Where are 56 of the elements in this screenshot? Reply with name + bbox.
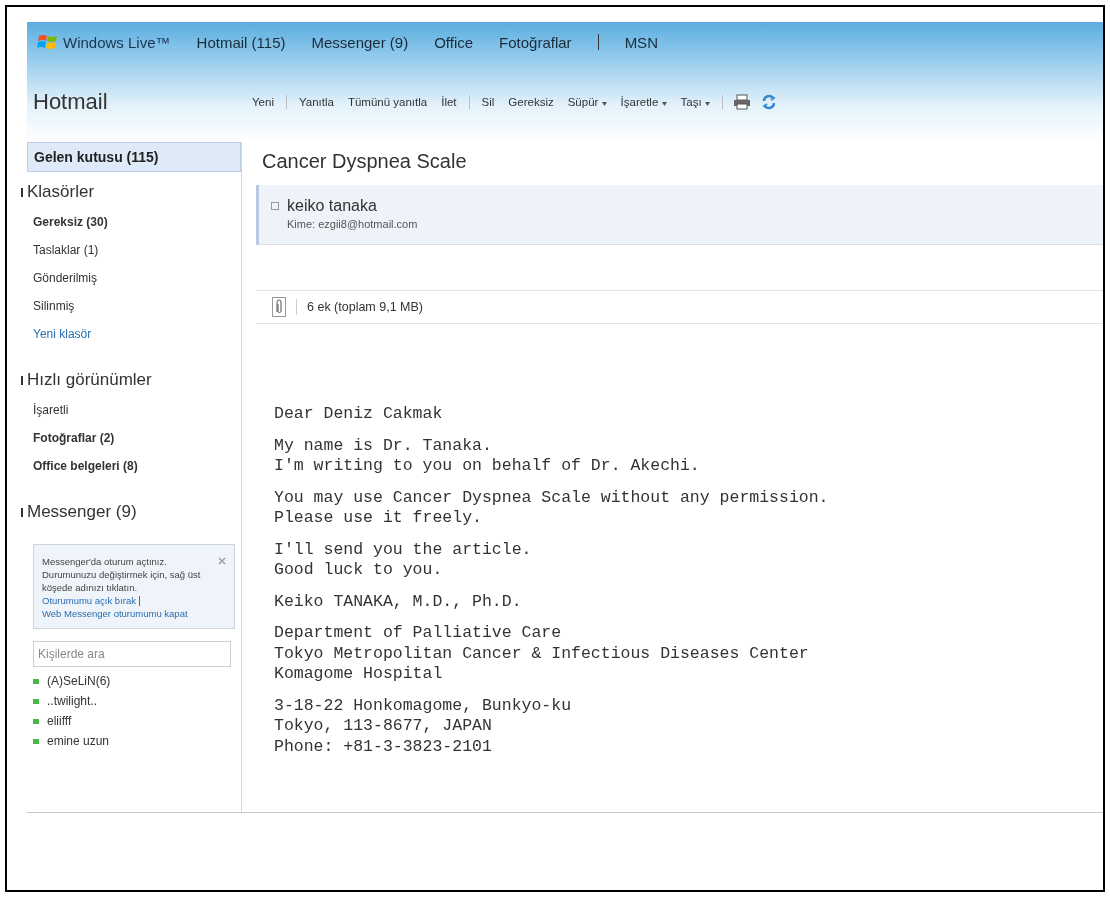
brand-name: Windows Live™ [63, 33, 171, 51]
body-paragraph: 3-18-22 Honkomagome, Bunkyo-ku Tokyo, 113-8677, JAPAN Phone: +81-3-3823-2101 [274, 695, 573, 757]
section-heading[interactable]: Messenger (9) [27, 502, 137, 522]
inbox-folder[interactable]: Gelen kutusu (115) [27, 142, 241, 172]
contact-name[interactable]: eliifff [47, 714, 72, 728]
contact-name[interactable]: ..twilight.. [47, 694, 97, 708]
body-paragraph: I'll send you the article. Good luck to you. [274, 539, 533, 581]
windows-flag-logo [37, 33, 59, 51]
notice-link[interactable]: Web Messenger oturumumu kapat [42, 607, 188, 620]
folder-item[interactable]: Taslaklar (1) [27, 236, 241, 264]
new-folder-link[interactable]: Yeni klasör [27, 320, 241, 348]
folder-item[interactable]: Office belgeleri (8) [27, 452, 241, 480]
nav-link[interactable]: Fotoğraflar [499, 33, 572, 51]
nav-link[interactable]: Office [434, 33, 474, 51]
toolbar-button[interactable]: İlet [439, 96, 459, 108]
message-subject: Cancer Dyspnea Scale [261, 149, 468, 174]
caret-icon [704, 102, 710, 106]
toolbar-button[interactable]: Süpür [565, 96, 609, 108]
folder-item[interactable]: İşaretli [27, 396, 241, 424]
section-title: Hotmail [32, 89, 109, 115]
attachment-summary[interactable]: 6 ek (toplam 9,1 MB) [307, 300, 423, 314]
body-paragraph: My name is Dr. Tanaka. I'm writing to you on behalf of Dr. Akechi. [274, 435, 701, 477]
caret-icon [601, 102, 607, 106]
square-icon [271, 202, 279, 210]
print-icon[interactable] [732, 94, 751, 110]
notice-link[interactable]: Oturumumu açık bırak [42, 594, 136, 607]
toolbar-button[interactable]: Taşı [678, 96, 712, 108]
toolbar-button[interactable]: Gereksiz [506, 96, 556, 108]
toolbar-button[interactable]: Tümünü yanıtla [345, 96, 430, 108]
nav-link[interactable]: MSN [624, 33, 658, 51]
folder-item[interactable]: Fotoğraflar (2) [27, 424, 241, 452]
toolbar-button[interactable]: Yanıtla [296, 96, 336, 108]
notice-text: Messenger'da oturum açtınız. Durumunuzu değiştirmek için, sağ üst köşede adınızı tıklatın. [42, 555, 202, 594]
contact-name[interactable]: emine uzun [47, 734, 110, 748]
body-paragraph: You may use Cancer Dyspnea Scale without any permission. Please use it freely. [274, 487, 830, 529]
caret-icon [661, 102, 667, 106]
folder-item[interactable]: Gönderilmiş [27, 264, 241, 292]
nav-link[interactable]: Messenger (9) [311, 33, 409, 51]
body-paragraph: Keiko TANAKA, M.D., Ph.D. [274, 591, 523, 612]
contact-search-field[interactable]: Kişilerde ara [33, 641, 231, 667]
paperclip-icon[interactable] [272, 297, 286, 317]
section-heading[interactable]: Hızlı görünümler [27, 370, 152, 390]
toolbar-button[interactable]: Yeni [250, 96, 276, 108]
contact-name[interactable]: (A)SeLiN(6) [47, 674, 111, 688]
nav-link[interactable]: Hotmail (115) [196, 33, 286, 51]
folder-item[interactable]: Gereksiz (30) [27, 208, 241, 236]
refresh-icon[interactable] [760, 94, 777, 110]
toolbar-button[interactable]: Sil [479, 96, 497, 108]
recipient-text: Kime: ezgii8@hotmail.com [286, 218, 419, 230]
close-icon[interactable] [218, 557, 226, 565]
toolbar-button[interactable]: İşaretle [618, 96, 669, 108]
sender-name[interactable]: keiko tanaka [287, 197, 377, 215]
folder-item[interactable]: Silinmiş [27, 292, 241, 320]
section-heading[interactable]: Klasörler [27, 182, 95, 202]
body-paragraph: Department of Palliative Care Tokyo Metropolitan Cancer & Infectious Diseases Center Komagome Hospital [274, 623, 810, 685]
body-paragraph: Dear Deniz Cakmak [274, 404, 444, 425]
